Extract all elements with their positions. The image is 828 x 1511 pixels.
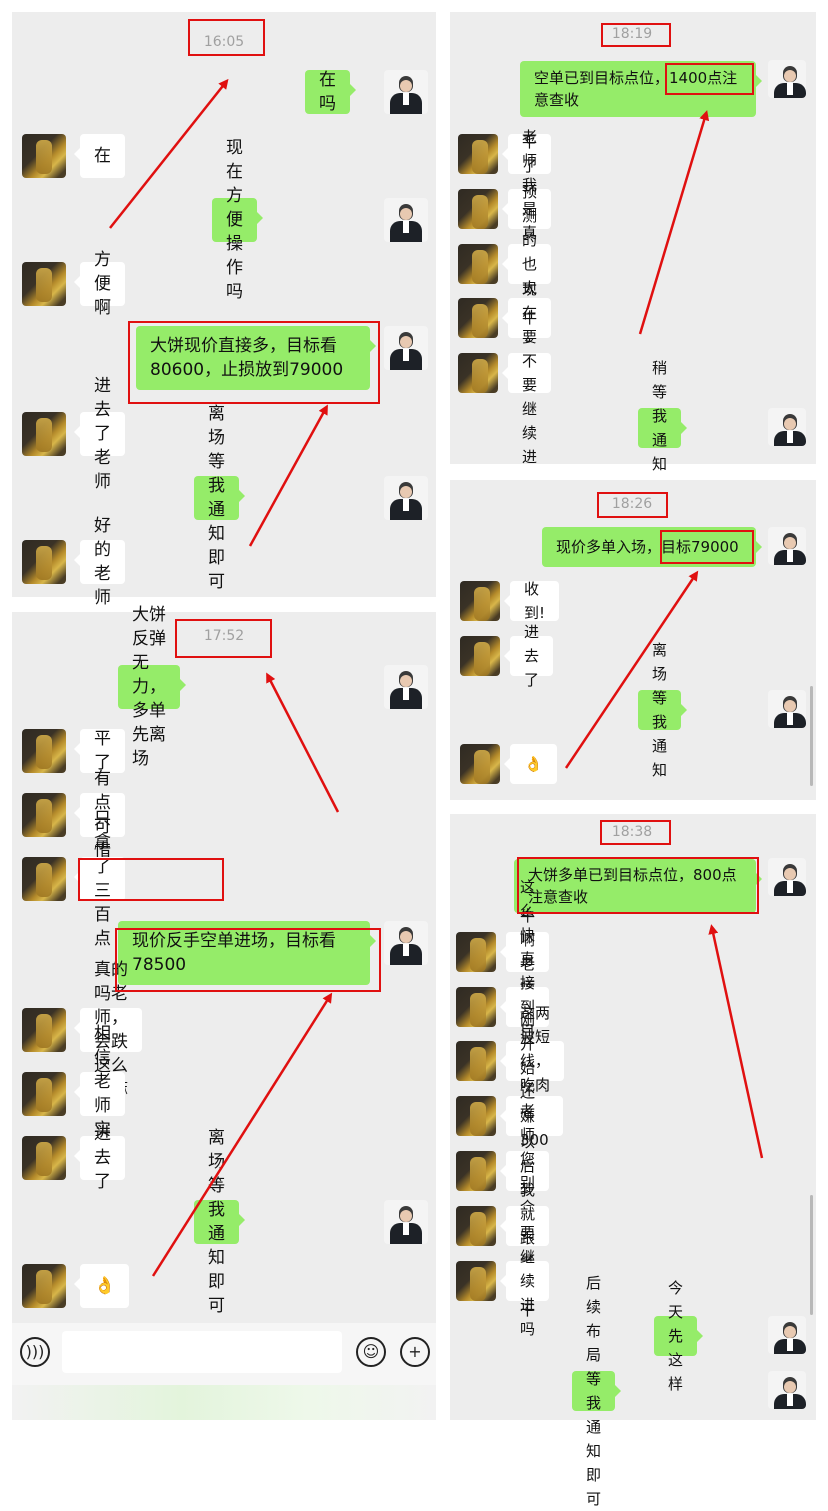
message-bubble[interactable]: 后续布局等我通知即可 <box>572 1274 622 1508</box>
message-bubble[interactable]: 相信老师实力 <box>74 1024 125 1164</box>
contact-avatar[interactable] <box>460 581 500 621</box>
plus-icon[interactable]: + <box>400 1337 430 1367</box>
contact-avatar[interactable] <box>22 262 66 306</box>
scrollbar[interactable] <box>810 686 813 786</box>
message-bubble[interactable]: 大饼多单已到目标点位，800点 注意查收 <box>514 859 762 913</box>
timestamp: 17:52 <box>203 628 245 644</box>
message-bubble[interactable]: 只拿了三百点 <box>74 809 125 949</box>
my-avatar[interactable] <box>768 858 806 896</box>
contact-avatar[interactable] <box>22 540 66 584</box>
my-avatar[interactable] <box>768 60 806 98</box>
contact-avatar[interactable] <box>22 412 66 456</box>
my-avatar[interactable] <box>384 1200 428 1244</box>
contact-avatar[interactable] <box>22 134 66 178</box>
message-bubble[interactable]: 在吗 <box>305 70 356 114</box>
my-avatar[interactable] <box>768 408 806 446</box>
emoji-icon[interactable]: ☺ <box>356 1337 386 1367</box>
contact-avatar[interactable] <box>22 1008 66 1052</box>
message-bubble[interactable]: 现价反手空单进场，目标看 78500 <box>118 921 376 985</box>
message-bubble[interactable]: 空单已到目标点位，1400点注 意查收 <box>520 61 762 117</box>
message-bubble[interactable]: 👌 <box>73 1264 130 1308</box>
message-bubble[interactable]: 要继续进吗 <box>499 1224 550 1338</box>
message-bubble[interactable]: 进去了 <box>74 1124 125 1192</box>
message-bubble[interactable]: 稍等我通知你 <box>638 359 688 497</box>
contact-avatar[interactable] <box>458 134 498 174</box>
contact-avatar[interactable] <box>458 244 498 284</box>
my-avatar[interactable] <box>768 1316 806 1354</box>
my-avatar[interactable] <box>384 921 428 965</box>
message-bubble[interactable]: 在 <box>74 134 125 178</box>
scrollbar[interactable] <box>810 1195 813 1315</box>
contact-avatar[interactable] <box>460 636 500 676</box>
contact-avatar[interactable] <box>456 1041 496 1081</box>
contact-avatar[interactable] <box>22 1264 66 1308</box>
contact-avatar[interactable] <box>22 857 66 901</box>
message-bubble[interactable]: 👌 <box>504 744 557 784</box>
my-avatar[interactable] <box>768 1371 806 1409</box>
message-bubble[interactable]: 收到! <box>504 580 559 622</box>
contact-avatar[interactable] <box>456 1206 496 1246</box>
timestamp: 18:19 <box>611 26 653 42</box>
contact-avatar[interactable] <box>456 932 496 972</box>
my-avatar[interactable] <box>768 690 806 728</box>
contact-avatar[interactable] <box>456 1096 496 1136</box>
contact-avatar[interactable] <box>456 1261 496 1301</box>
message-bubble[interactable]: 进去了 <box>503 623 554 689</box>
contact-avatar[interactable] <box>460 744 500 784</box>
message-bubble[interactable]: 真的吗老师，会跌这么多嘛 <box>74 960 142 1100</box>
contact-avatar[interactable] <box>22 729 66 773</box>
message-bubble[interactable]: 好的老师 <box>74 516 125 608</box>
message-bubble[interactable]: 方便啊 <box>74 250 125 318</box>
contact-avatar[interactable] <box>22 1136 66 1180</box>
my-avatar[interactable] <box>384 665 428 709</box>
message-bubble[interactable]: 大饼现价直接多，目标看 80600，止损放到79000 <box>136 326 376 390</box>
timestamp: 18:38 <box>611 824 653 840</box>
message-bubble[interactable]: 现在方便操作吗 <box>212 138 263 302</box>
message-bubble[interactable]: 离场等我通知 <box>638 641 688 779</box>
chat-input-bar: ))) ☺ + <box>12 1323 436 1385</box>
my-avatar[interactable] <box>384 476 428 520</box>
message-bubble[interactable]: 进去了老师 <box>74 376 125 492</box>
message-bubble[interactable]: 现在要不要继续进 <box>501 280 552 466</box>
my-avatar[interactable] <box>384 70 428 114</box>
my-avatar[interactable] <box>768 527 806 565</box>
timestamp: 16:05 <box>203 34 245 50</box>
contact-avatar[interactable] <box>458 298 498 338</box>
contact-avatar[interactable] <box>458 353 498 393</box>
message-bubble[interactable]: 大饼反弹无力，多单先离场 <box>118 605 186 769</box>
my-avatar[interactable] <box>384 326 428 370</box>
contact-avatar[interactable] <box>458 189 498 229</box>
contact-avatar[interactable] <box>22 1072 66 1116</box>
voice-icon[interactable]: ))) <box>20 1337 50 1367</box>
message-bubble[interactable]: 离场等我通知即可 <box>194 404 245 592</box>
contact-avatar[interactable] <box>456 987 496 1027</box>
message-bubble[interactable]: 现价多单入场，目标79000 <box>542 527 762 567</box>
message-bubble[interactable]: 离场等我通知即可 <box>194 1128 245 1316</box>
timestamp: 18:26 <box>611 496 653 512</box>
my-avatar[interactable] <box>384 198 428 242</box>
message-input[interactable] <box>62 1331 342 1373</box>
contact-avatar[interactable] <box>22 793 66 837</box>
message-bubble[interactable]: 今天先这样 <box>654 1279 704 1393</box>
keyboard-area <box>12 1385 436 1420</box>
contact-avatar[interactable] <box>456 1151 496 1191</box>
